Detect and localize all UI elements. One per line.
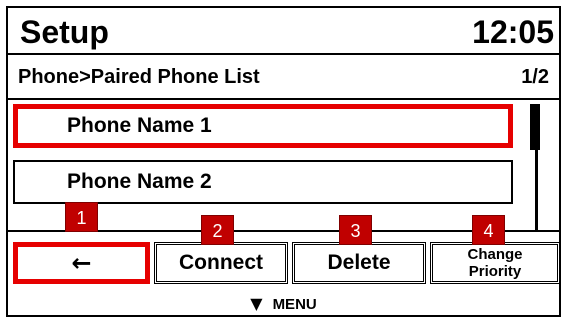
callout-badge-3: 3 — [339, 215, 372, 245]
delete-label: Delete — [327, 251, 391, 274]
change-priority-label-line1: Change — [467, 246, 523, 263]
phone-name-label: Phone Name 2 — [67, 170, 212, 193]
breadcrumb: Phone>Paired Phone List — [18, 66, 260, 88]
change-priority-label-line2: Priority — [468, 263, 522, 280]
callout-badge-2: 2 — [201, 215, 234, 245]
down-triangle-icon: ▼ — [250, 294, 263, 313]
breadcrumb-bar: Phone>Paired Phone List 1/2 — [8, 55, 559, 100]
page-indicator: 1/2 — [521, 66, 549, 88]
list-item-phone-1[interactable]: Phone Name 1 — [13, 104, 513, 148]
change-priority-button[interactable]: Change Priority — [430, 242, 559, 284]
scrollbar-thumb[interactable] — [530, 104, 540, 150]
display-frame: Setup 12:05 Phone>Paired Phone List 1/2 … — [6, 6, 561, 317]
screen-title: Setup — [20, 14, 109, 50]
delete-button[interactable]: Delete — [292, 242, 426, 284]
clock: 12:05 — [472, 14, 554, 50]
connect-button[interactable]: Connect — [154, 242, 288, 284]
callout-badge-1: 1 — [65, 202, 98, 232]
title-bar: Setup 12:05 — [8, 8, 559, 55]
connect-label: Connect — [179, 251, 263, 274]
list-item-phone-2[interactable]: Phone Name 2 — [13, 160, 513, 204]
left-arrow-icon: ← — [71, 249, 92, 277]
menu-label: MENU — [272, 296, 317, 313]
callout-badge-4: 4 — [472, 215, 505, 245]
menu-button[interactable]: ▼ MENU — [8, 294, 559, 313]
phone-name-label: Phone Name 1 — [67, 114, 212, 137]
back-button[interactable]: ← — [13, 242, 150, 284]
